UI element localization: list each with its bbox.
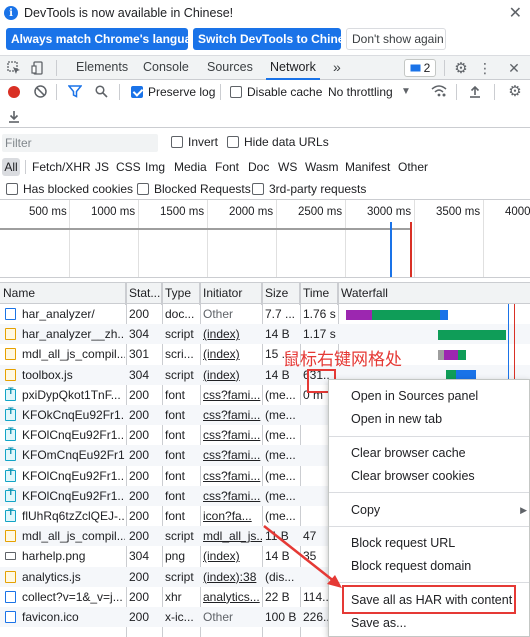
annotation-arrow: [263, 525, 342, 588]
